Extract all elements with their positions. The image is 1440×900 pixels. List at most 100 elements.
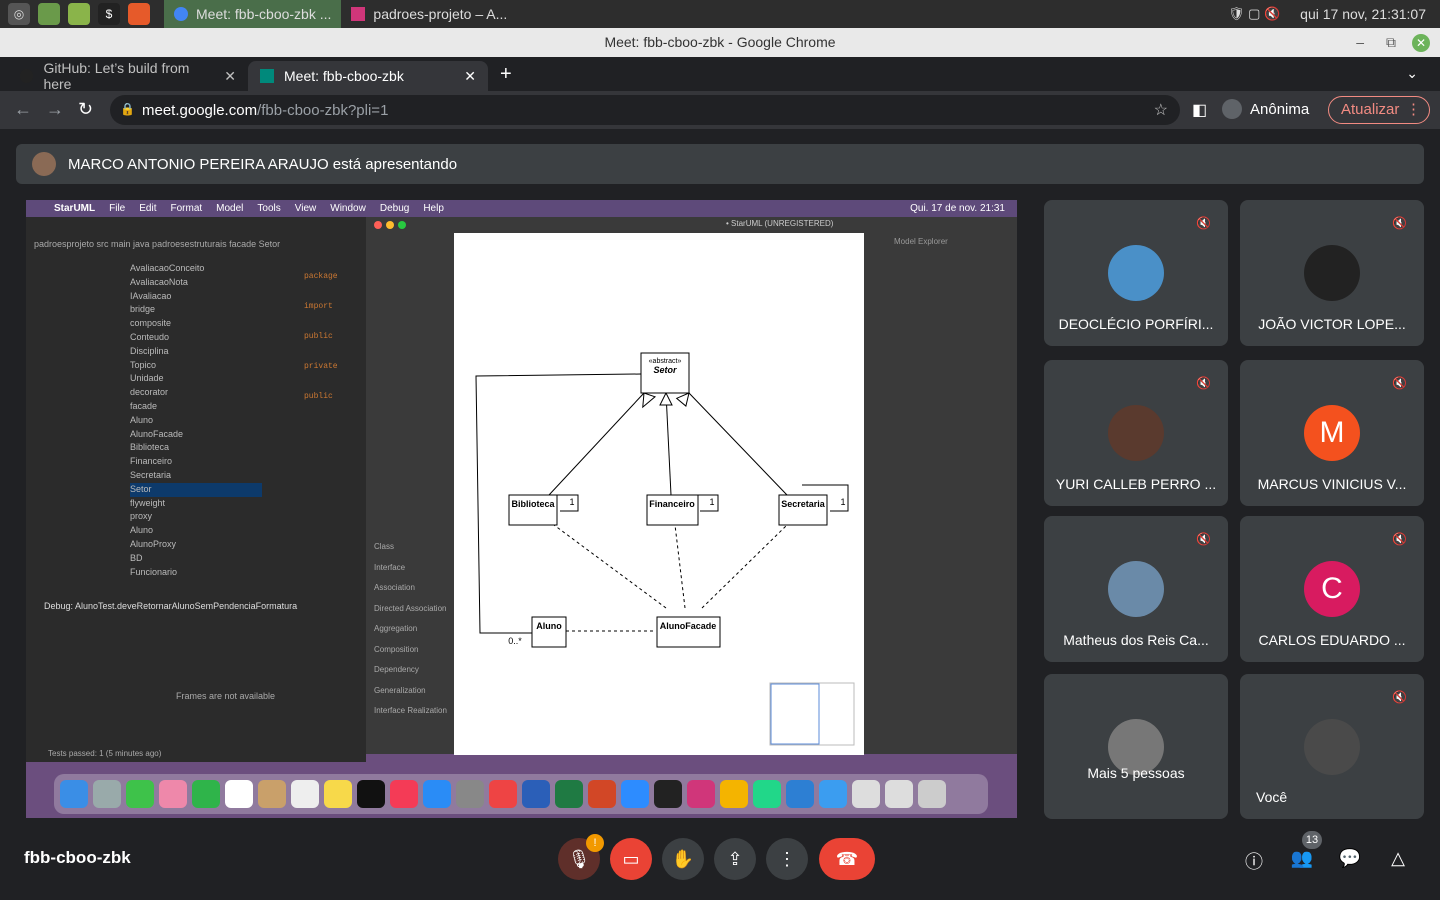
tree-item[interactable]: AlunoFacade bbox=[130, 428, 262, 442]
tv-icon[interactable] bbox=[357, 780, 385, 808]
settings-icon[interactable] bbox=[456, 780, 484, 808]
diagram-minimap[interactable] bbox=[769, 682, 855, 746]
profile-label[interactable]: Anônima bbox=[1250, 101, 1309, 118]
notes-icon[interactable] bbox=[324, 780, 352, 808]
tree-item[interactable]: decorator bbox=[130, 386, 262, 400]
tab-github[interactable]: GitHub: Let’s build from here ✕ bbox=[8, 60, 248, 92]
pycharm-icon[interactable] bbox=[753, 780, 781, 808]
toolbox-item[interactable]: Generalization bbox=[374, 681, 447, 702]
participant-tile[interactable]: 🔇 Matheus dos Reis Ca... bbox=[1044, 516, 1228, 662]
messages-icon[interactable] bbox=[126, 780, 154, 808]
tree-item[interactable]: composite bbox=[130, 317, 262, 331]
participant-tile[interactable]: 🔇 M MARCUS VINICIUS V... bbox=[1240, 360, 1424, 506]
present-button[interactable]: ⇪ bbox=[714, 838, 756, 880]
camera-toggle-button[interactable]: ▭ bbox=[610, 838, 652, 880]
close-tab-icon[interactable]: ✕ bbox=[224, 68, 236, 85]
tree-item[interactable]: Financeiro bbox=[130, 455, 262, 469]
contacts-icon[interactable] bbox=[258, 780, 286, 808]
task-intellij[interactable]: padroes-projeto – A... bbox=[341, 0, 517, 28]
calendar-icon[interactable] bbox=[225, 780, 253, 808]
tree-item[interactable]: Aluno bbox=[130, 524, 262, 538]
activities-icon[interactable]: △ bbox=[1386, 848, 1410, 872]
back-icon[interactable]: ← bbox=[14, 99, 32, 120]
terminal-dock-icon[interactable] bbox=[654, 780, 682, 808]
star-icon[interactable]: ☆ bbox=[1154, 100, 1168, 120]
tree-item[interactable]: facade bbox=[130, 400, 262, 414]
toolbox-item[interactable]: Interface Realization bbox=[374, 701, 447, 722]
tree-item[interactable]: IAvaliacao bbox=[130, 290, 262, 304]
tree-item[interactable]: AvaliacaoNota bbox=[130, 276, 262, 290]
mic-toggle-button[interactable]: 🎙! bbox=[558, 834, 604, 880]
forward-icon[interactable]: → bbox=[46, 99, 64, 120]
toolbox-item[interactable]: Dependency bbox=[374, 660, 447, 681]
music-icon[interactable] bbox=[390, 780, 418, 808]
participant-tile[interactable]: 🔇 JOÃO VICTOR LOPE... bbox=[1240, 200, 1424, 346]
tree-item[interactable]: Topico bbox=[130, 359, 262, 373]
toolbox-item[interactable]: Aggregation bbox=[374, 619, 447, 640]
tree-item[interactable]: BD bbox=[130, 552, 262, 566]
mint-menu-icon[interactable]: ◎ bbox=[8, 3, 30, 25]
intellij-dock-icon[interactable] bbox=[687, 780, 715, 808]
photos-icon[interactable] bbox=[159, 780, 187, 808]
participant-tile[interactable]: 🔇 DEOCLÉCIO PORFÍRI... bbox=[1044, 200, 1228, 346]
more-options-button[interactable]: ⋮ bbox=[766, 838, 808, 880]
downloads-icon[interactable] bbox=[852, 780, 880, 808]
address-input[interactable]: 🔒 meet.google.com/fbb-cboo-zbk?pli=1 ☆ bbox=[110, 95, 1180, 125]
new-tab-icon[interactable]: + bbox=[500, 63, 512, 86]
launchpad-icon[interactable] bbox=[93, 780, 121, 808]
reminders-icon[interactable] bbox=[291, 780, 319, 808]
minimize-icon[interactable]: – bbox=[1356, 28, 1364, 57]
zoom-icon[interactable] bbox=[621, 780, 649, 808]
chevron-down-icon[interactable]: ⌄ bbox=[1406, 65, 1418, 82]
participant-tile[interactable]: Mais 5 pessoas bbox=[1044, 674, 1228, 819]
staruml-icon[interactable] bbox=[720, 780, 748, 808]
tray-icons[interactable]: 🛡 ▢ 🔇 bbox=[1228, 6, 1280, 22]
folder-icon[interactable] bbox=[885, 780, 913, 808]
finder-icon[interactable] bbox=[60, 780, 88, 808]
info-icon[interactable]: ⓘ bbox=[1242, 848, 1266, 872]
chrome-dock-icon[interactable] bbox=[489, 780, 517, 808]
firefox-icon[interactable] bbox=[128, 3, 150, 25]
tree-item[interactable]: flyweight bbox=[130, 497, 262, 511]
tree-item[interactable]: Aluno bbox=[130, 414, 262, 428]
tree-item[interactable]: AlunoProxy bbox=[130, 538, 262, 552]
tree-item[interactable]: Disciplina bbox=[130, 345, 262, 359]
update-button[interactable]: Atualizar ⋮ bbox=[1328, 96, 1430, 124]
close-tab-icon[interactable]: ✕ bbox=[464, 68, 476, 85]
files-icon[interactable] bbox=[68, 3, 90, 25]
toolbox-item[interactable]: Association bbox=[374, 578, 447, 599]
tree-item[interactable]: Funcionario bbox=[130, 566, 262, 580]
tab-meet[interactable]: Meet: fbb-cboo-zbk ✕ bbox=[248, 61, 488, 91]
toolbox-item[interactable]: Interface bbox=[374, 558, 447, 579]
side-panel-icon[interactable]: ◧ bbox=[1192, 100, 1207, 120]
tree-item[interactable]: Secretaria bbox=[130, 469, 262, 483]
tree-item[interactable]: Biblioteca bbox=[130, 441, 262, 455]
toolbox-item[interactable]: Class bbox=[374, 537, 447, 558]
excel-icon[interactable] bbox=[555, 780, 583, 808]
participant-tile[interactable]: 🔇 Você bbox=[1240, 674, 1424, 819]
tree-item[interactable]: Conteudo bbox=[130, 331, 262, 345]
task-meet[interactable]: Meet: fbb-cboo-zbk ... bbox=[164, 0, 342, 28]
terminal-icon[interactable]: $ bbox=[98, 3, 120, 25]
raise-hand-button[interactable]: ✋ bbox=[662, 838, 704, 880]
appstore-icon[interactable] bbox=[423, 780, 451, 808]
trash-icon[interactable] bbox=[918, 780, 946, 808]
participant-tile[interactable]: 🔇 YURI CALLEB PERRO ... bbox=[1044, 360, 1228, 506]
vscode-icon[interactable] bbox=[786, 780, 814, 808]
people-icon[interactable]: 👥 bbox=[1290, 848, 1314, 872]
close-window-icon[interactable]: ✕ bbox=[1412, 34, 1430, 52]
restore-icon[interactable]: ⧉ bbox=[1386, 28, 1396, 57]
safari-icon[interactable] bbox=[819, 780, 847, 808]
tree-item[interactable]: proxy bbox=[130, 510, 262, 524]
toolbox-item[interactable]: Directed Association bbox=[374, 599, 447, 620]
desktop-icon[interactable] bbox=[38, 3, 60, 25]
powerpoint-icon[interactable] bbox=[588, 780, 616, 808]
tree-item[interactable]: Setor bbox=[130, 482, 262, 497]
word-icon[interactable] bbox=[522, 780, 550, 808]
tree-item[interactable]: Unidade bbox=[130, 372, 262, 386]
toolbox-item[interactable]: Composition bbox=[374, 640, 447, 661]
leave-call-button[interactable]: ☎ bbox=[819, 838, 875, 880]
facetime-icon[interactable] bbox=[192, 780, 220, 808]
tree-item[interactable]: bridge bbox=[130, 303, 262, 317]
chat-icon[interactable]: 💬 bbox=[1338, 848, 1362, 872]
